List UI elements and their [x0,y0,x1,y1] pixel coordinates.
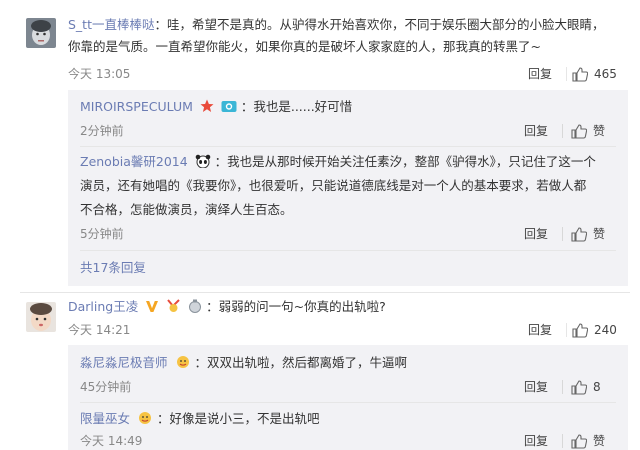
thumbs-up-icon [571,433,587,449]
divider [562,124,563,138]
comment-divider [20,292,630,293]
reply-time: 今天 14:49 [80,434,143,448]
thumbs-up-icon [571,123,587,139]
reply-button[interactable]: 回复 [524,123,548,139]
reply-button[interactable]: 回复 [528,66,552,82]
comment-text-continued: 你靠的是气质。一直希望你能火，如果你真的是破坏人家家庭的人，那我真的转黑了~ [68,39,541,54]
like-button[interactable]: 赞 [571,123,605,139]
reply-text-continued: 演员，还有她唱的《我要你》，也很爱听，只能说道德底线是对一个人的基本要求，若做人… [80,178,587,193]
reply-divider [80,402,616,403]
reply-divider [80,146,616,147]
like-count: 8 [593,380,601,394]
like-button[interactable]: 8 [571,379,601,395]
like-count: 465 [594,67,617,81]
like-button[interactable]: 240 [572,322,617,338]
emoji-badge-icon [175,355,191,374]
star-badge-icon [200,99,214,118]
username-link[interactable]: Zenobia馨研2014 [80,154,188,169]
comment-text: Darling王凌 ：弱弱的问一句~你真的出轨啦? [68,298,386,318]
reply-text: MIROIRSPECULUM ：我也是......好可惜 [80,98,352,118]
divider [562,227,563,241]
reply-text-continued: 不合格，怎能做演员，演绎人生百态。 [80,202,293,217]
reply-time: 2分钟前 [80,124,124,138]
camera-badge-icon [221,99,237,118]
like-count: 240 [594,323,617,337]
username-link[interactable]: S_tt一直棒棒哒 [68,17,155,32]
badge-icon [188,299,202,318]
reply-text: Zenobia馨研2014 ：我也是从那时候开始关注任素汐，整部《驴得水》，只记… [80,153,596,173]
divider [566,323,567,337]
thumbs-up-icon [572,322,588,338]
comment-time: 今天 13:05 [68,67,131,81]
reply-button[interactable]: 回复 [524,379,548,395]
divider [562,434,563,448]
comment-time: 今天 14:21 [68,323,131,337]
more-replies-link[interactable]: 共17条回复 [80,260,146,276]
like-label: 赞 [593,227,606,241]
panda-badge-icon [195,154,211,173]
like-button[interactable]: 465 [572,66,617,82]
reply-time: 45分钟前 [80,380,132,394]
divider [562,380,563,394]
like-label: 赞 [593,124,606,138]
reply-text: 限量巫女 ：好像是说小三，不是出轨吧 [80,410,320,430]
like-label: 赞 [593,434,606,448]
divider [566,67,567,81]
comment-text: S_tt一直棒棒哒：哇，希望不是真的。从驴得水开始喜欢你，不同于娱乐圈大部分的小… [68,17,605,32]
avatar[interactable] [26,18,56,48]
avatar[interactable] [26,302,56,332]
medal-badge-icon [166,299,181,318]
reply-divider [80,250,616,251]
reply-text: 淼尼淼尼极音师 ：双双出轨啦，然后都离婚了，牛逼啊 [80,354,407,374]
username-link[interactable]: Darling王凌 [68,299,138,314]
reply-button[interactable]: 回复 [528,322,552,338]
username-link[interactable]: 淼尼淼尼极音师 [80,355,168,370]
thumbs-up-icon [571,226,587,242]
emoji-badge-icon [137,411,153,430]
username-link[interactable]: MIROIRSPECULUM [80,99,193,114]
thumbs-up-icon [571,379,587,395]
reply-time: 5分钟前 [80,227,124,241]
like-button[interactable]: 赞 [571,226,605,242]
like-button[interactable]: 赞 [571,433,605,449]
reply-button[interactable]: 回复 [524,433,548,449]
reply-button[interactable]: 回复 [524,226,548,242]
username-link[interactable]: 限量巫女 [80,411,130,426]
vip-v-badge-icon [145,299,159,318]
thumbs-up-icon [572,66,588,82]
